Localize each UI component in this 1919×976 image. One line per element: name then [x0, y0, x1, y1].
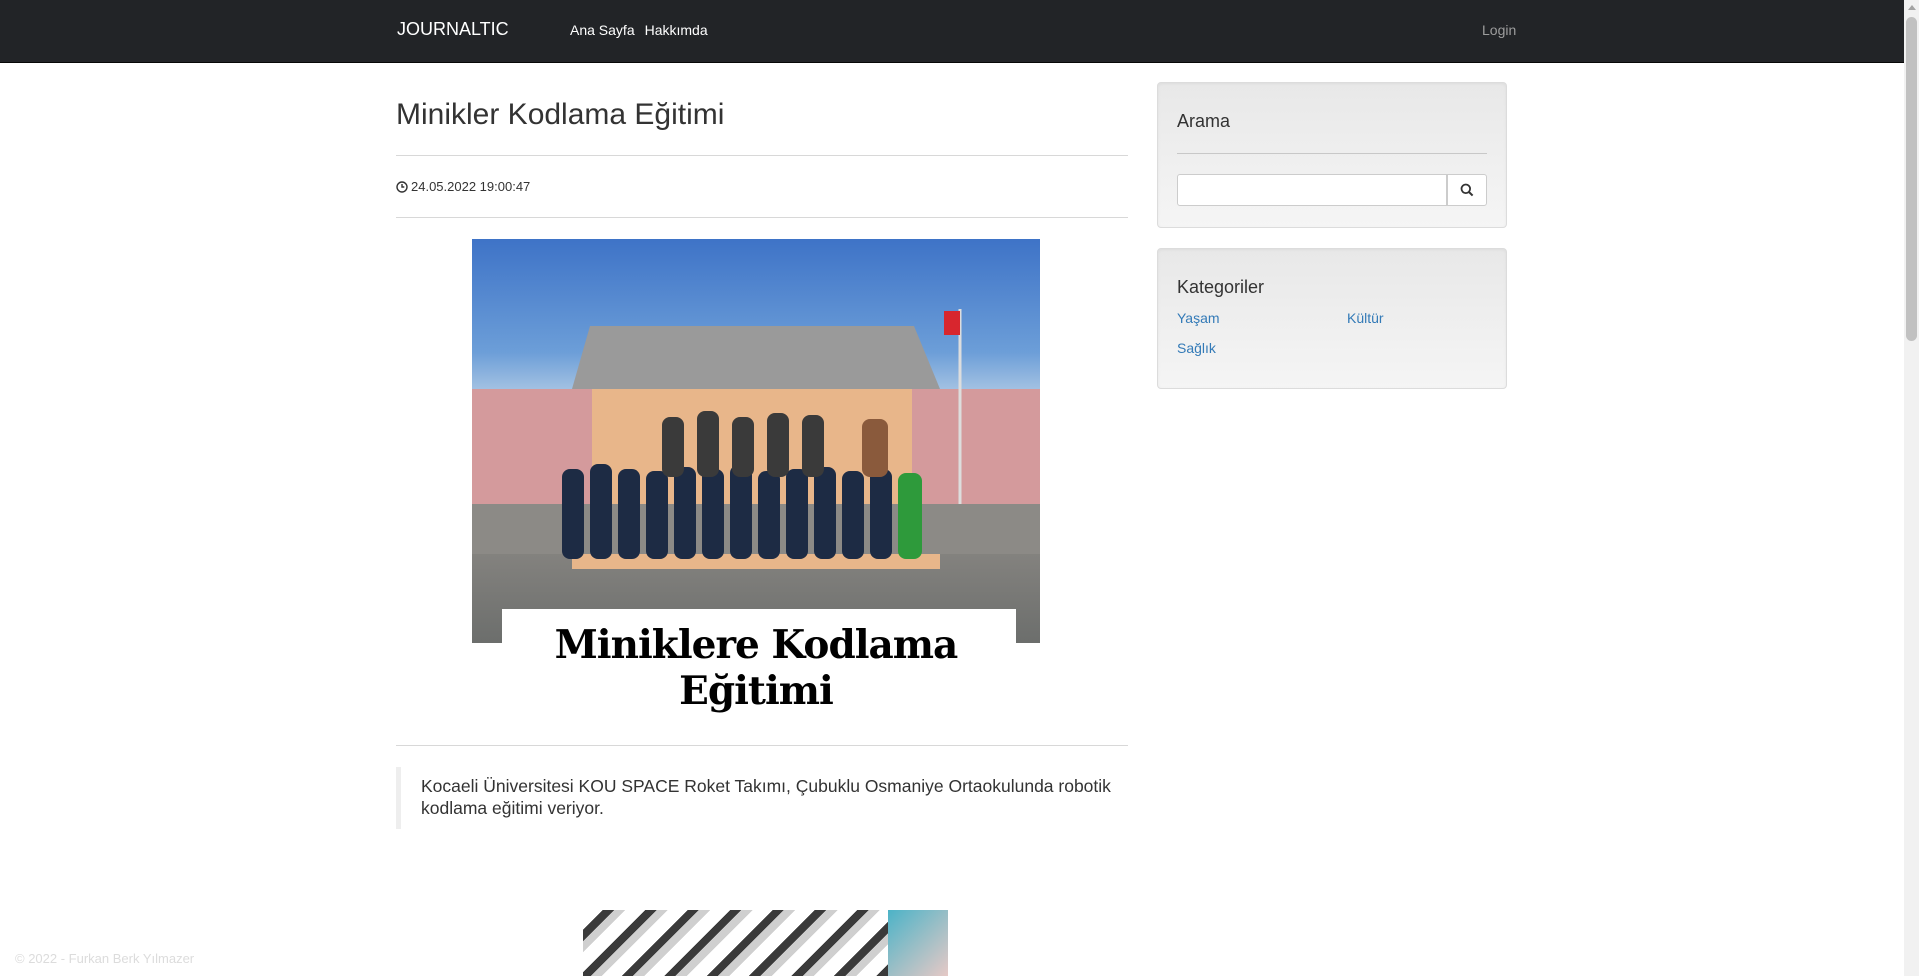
divider [1177, 153, 1487, 154]
post-summary-quote: Kocaeli Üniversitesi KOU SPACE Roket Tak… [396, 767, 1111, 829]
category-link-yasam[interactable]: Yaşam [1177, 310, 1220, 326]
clock-icon [396, 180, 408, 193]
scrollbar-thumb[interactable] [1906, 17, 1917, 341]
divider [396, 745, 1128, 746]
nav-link-home[interactable]: Ana Sayfa [570, 22, 635, 38]
login-link[interactable]: Login [1482, 22, 1516, 38]
post-title: Minikler Kodlama Eğitimi [396, 98, 725, 131]
categories-title: Kategoriler [1177, 277, 1265, 297]
category-link-kultur[interactable]: Kültür [1347, 310, 1384, 326]
nav-links: Ana Sayfa Hakkımda [570, 22, 708, 38]
school-photo-illustration [472, 309, 1040, 569]
brand-logo-link[interactable]: JOURNALTIC [397, 19, 509, 40]
search-button[interactable] [1447, 174, 1487, 206]
scroll-up-arrow-icon[interactable] [1904, 0, 1919, 15]
post-second-image [583, 910, 948, 976]
divider [396, 155, 1128, 156]
category-link-saglik[interactable]: Sağlık [1177, 340, 1216, 356]
top-navbar: JOURNALTIC Ana Sayfa Hakkımda Login [0, 0, 1904, 63]
search-title: Arama [1177, 111, 1231, 131]
divider [396, 217, 1128, 218]
post-datetime: 24.05.2022 19:00:47 [411, 179, 531, 194]
search-icon [1460, 183, 1474, 197]
categories-well: Kategoriler Yaşam Kültür Sağlık [1157, 248, 1507, 389]
post-image [472, 239, 1040, 643]
page-scrollbar[interactable] [1904, 0, 1919, 976]
search-well: Arama [1157, 82, 1507, 228]
image-caption: Miniklere Kodlama Eğitimi [554, 622, 959, 714]
post-date: 24.05.2022 19:00:47 [396, 179, 530, 194]
nav-link-about[interactable]: Hakkımda [645, 22, 708, 38]
footer-copyright: © 2022 - Furkan Berk Yılmazer [15, 951, 195, 966]
search-input[interactable] [1177, 174, 1447, 206]
